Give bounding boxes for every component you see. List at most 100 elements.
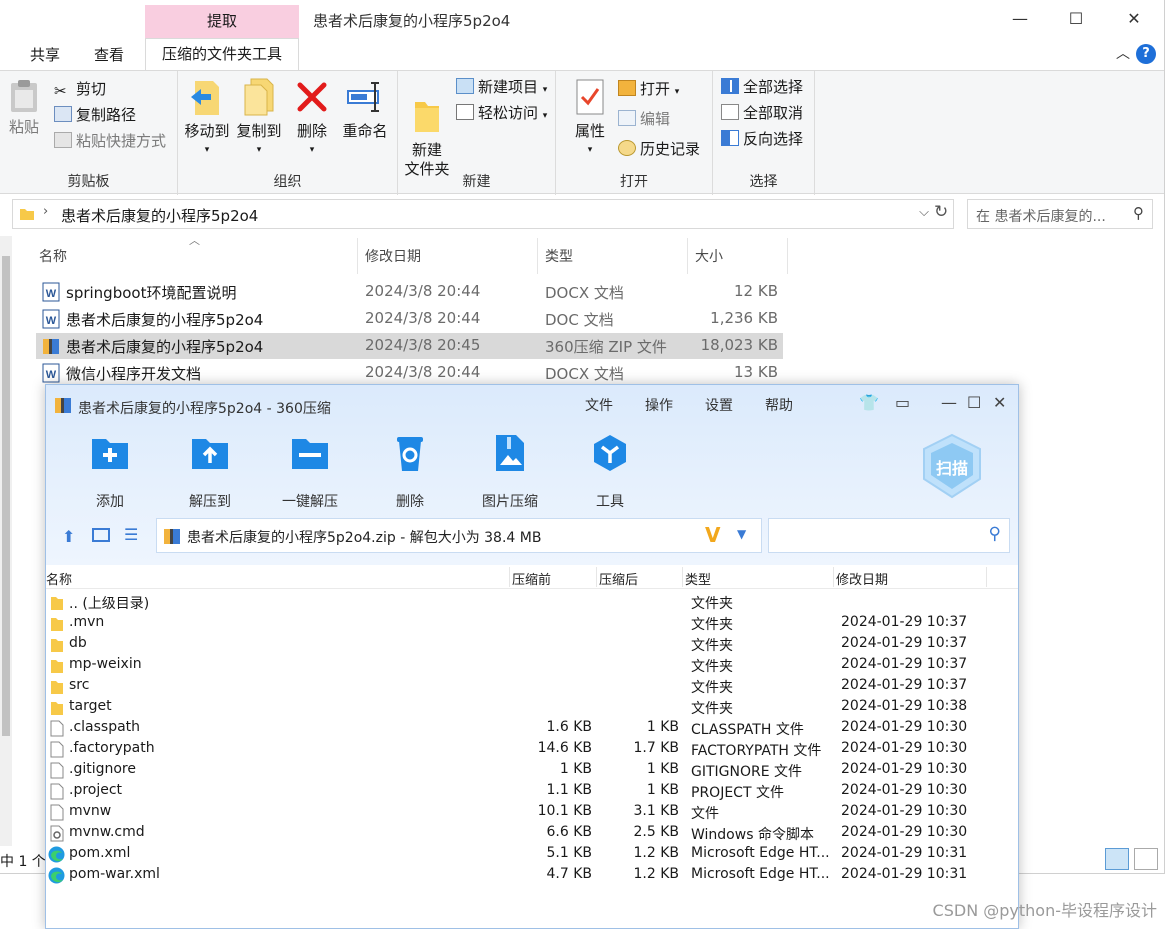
column-header-type[interactable]: 类型 [545, 246, 573, 266]
column-divider[interactable] [509, 567, 510, 587]
open-button[interactable]: 打开 ▾ [618, 79, 679, 102]
column-divider[interactable] [682, 567, 683, 587]
copy-path-button[interactable]: 复制路径 [54, 105, 136, 125]
zip-file-row[interactable]: .project 1.1 KB 1 KB PROJECT 文件 2024-01-29 1… [46, 781, 1018, 802]
properties-button[interactable]: 属性 ▾ [568, 77, 612, 160]
address-bar[interactable]: › 患者术后康复的小程序5p2o4 ⌵ [12, 199, 954, 229]
zip-col-after[interactable]: 压缩后 [599, 569, 638, 588]
maximize-icon[interactable]: ☐ [967, 393, 981, 412]
zip-col-name[interactable]: 名称 [46, 569, 72, 588]
file-row[interactable]: W 微信小程序开发文档 2024/3/8 20:44 DOCX 文档 13 KB [36, 360, 783, 386]
menu-operate[interactable]: 操作 [645, 395, 673, 415]
chevron-down-icon[interactable]: ⌵ [919, 205, 929, 220]
column-divider[interactable] [596, 567, 597, 587]
skin-icon[interactable]: 👕 [859, 393, 879, 412]
zip-item-name: mp-weixin [69, 656, 142, 672]
zip-col-before[interactable]: 压缩前 [512, 569, 551, 588]
search-icon[interactable]: ⚲ [989, 524, 1001, 544]
zip-folder-row[interactable]: src 文件夹 2024-01-29 10:37 [46, 676, 1018, 697]
history-button[interactable]: 历史记录 [618, 139, 700, 159]
zip-item-size-before: 1.6 KB [546, 719, 593, 735]
cut-button[interactable]: ✂ 剪切 [54, 79, 106, 100]
tab-share[interactable]: 共享 [30, 44, 60, 65]
column-divider[interactable] [357, 238, 358, 274]
minimize-icon[interactable]: — [941, 393, 957, 412]
column-divider[interactable] [986, 567, 987, 587]
list-view-icon[interactable]: ☰ [124, 525, 138, 544]
paste-shortcut-button[interactable]: 粘贴快捷方式 [54, 131, 166, 151]
column-divider[interactable] [787, 238, 788, 274]
image-compress-button[interactable]: 图片压缩 [462, 433, 558, 511]
help-icon[interactable]: ? [1136, 44, 1156, 64]
zip-file-row[interactable]: mvnw 10.1 KB 3.1 KB 文件 2024-01-29 10:30 [46, 802, 1018, 823]
column-header-date[interactable]: 修改日期 [365, 246, 421, 266]
tab-compressed-folder-tools[interactable]: 压缩的文件夹工具 [145, 38, 299, 70]
close-icon[interactable]: ✕ [993, 393, 1006, 412]
zip-file-row[interactable]: .factorypath 14.6 KB 1.7 KB FACTORYPATH 文件 2… [46, 739, 1018, 760]
zip-path-bar[interactable]: 患者术后康复的小程序5p2o4.zip - 解包大小为 38.4 MB V ▼ [156, 518, 762, 553]
menu-help[interactable]: 帮助 [765, 395, 793, 415]
add-button[interactable]: 添加 [62, 433, 158, 511]
zip-col-date[interactable]: 修改日期 [836, 569, 888, 588]
large-icons-view-icon[interactable] [1134, 848, 1158, 870]
minimize-icon[interactable]: — [1008, 8, 1032, 32]
select-all-button[interactable]: 全部选择 [721, 77, 803, 97]
column-divider[interactable] [687, 238, 688, 274]
zip-folder-row[interactable]: .mvn 文件夹 2024-01-29 10:37 [46, 613, 1018, 634]
new-item-button[interactable]: 新建项目 ▾ [456, 77, 547, 100]
select-none-button[interactable]: 全部取消 [721, 103, 803, 123]
zip-folder-row[interactable]: .. (上级目录) 文件夹 [46, 592, 1018, 613]
message-icon[interactable]: ▭ [895, 393, 910, 412]
chevron-down-icon[interactable]: ▼ [737, 527, 746, 541]
zip-folder-row[interactable]: mp-weixin 文件夹 2024-01-29 10:37 [46, 655, 1018, 676]
zip-window-title: 患者术后康复的小程序5p2o4 - 360压缩 [78, 401, 331, 417]
file-row[interactable]: W 患者术后康复的小程序5p2o4 2024/3/8 20:44 DOC 文档 … [36, 306, 783, 332]
maximize-icon[interactable]: ☐ [1064, 8, 1088, 32]
search-input[interactable]: 在 患者术后康复的... ⚲ [967, 199, 1153, 229]
menu-settings[interactable]: 设置 [705, 395, 733, 415]
tools-button[interactable]: 工具 [562, 433, 658, 511]
up-arrow-icon[interactable]: ⬆ [62, 527, 75, 546]
invert-selection-button[interactable]: 反向选择 [721, 129, 803, 149]
rename-button[interactable]: 重命名 [338, 77, 392, 141]
v-badge-icon[interactable]: V [705, 523, 720, 547]
copy-to-button[interactable]: 复制到 ▾ [234, 77, 284, 160]
search-icon[interactable]: ⚲ [1133, 204, 1144, 222]
delete-button[interactable]: 删除 ▾ [292, 77, 332, 160]
extract-to-button[interactable]: 解压到 [162, 433, 258, 511]
chevron-up-icon[interactable]: ︿ [1116, 43, 1130, 63]
close-icon[interactable]: ✕ [1122, 8, 1146, 32]
details-view-icon[interactable] [1105, 848, 1129, 870]
file-row-selected[interactable]: 患者术后康复的小程序5p2o4 2024/3/8 20:45 360压缩 ZIP… [36, 333, 783, 359]
zip-file-row[interactable]: pom.xml 5.1 KB 1.2 KB Microsoft Edge HT... 2… [46, 844, 1018, 865]
easy-access-button[interactable]: 轻松访问 ▾ [456, 103, 547, 126]
column-divider[interactable] [833, 567, 834, 587]
contextual-tab-header[interactable]: 提取 [145, 5, 299, 38]
column-divider[interactable] [537, 238, 538, 274]
zip-file-row[interactable]: .gitignore 1 KB 1 KB GITIGNORE 文件 2024-01-29… [46, 760, 1018, 781]
title-bar: 提取 患者术后康复的小程序5p2o4 — ☐ ✕ [0, 0, 1164, 38]
scan-button[interactable]: 扫描 [916, 431, 988, 503]
zip-folder-row[interactable]: target 文件夹 2024-01-29 10:38 [46, 697, 1018, 718]
zip-folder-row[interactable]: db 文件夹 2024-01-29 10:37 [46, 634, 1018, 655]
delete-button[interactable]: 删除 [362, 433, 458, 511]
tab-view[interactable]: 查看 [94, 44, 124, 65]
zip-item-type: 文件夹 [691, 617, 733, 633]
zip-col-type[interactable]: 类型 [685, 569, 711, 588]
file-row[interactable]: W springboot环境配置说明 2024/3/8 20:44 DOCX 文… [36, 279, 783, 305]
refresh-icon[interactable]: ↻ [934, 202, 948, 222]
zip-file-row[interactable]: mvnw.cmd 6.6 KB 2.5 KB Windows 命令脚本 2024-01-… [46, 823, 1018, 844]
chevron-right-icon[interactable]: › [43, 204, 48, 219]
column-header-name[interactable]: 名称 [39, 246, 67, 266]
move-to-button[interactable]: 移动到 ▾ [182, 77, 232, 160]
zip-file-row[interactable]: pom-war.xml 4.7 KB 1.2 KB Microsoft Edge HT… [46, 865, 1018, 886]
zip-file-row[interactable]: .classpath 1.6 KB 1 KB CLASSPATH 文件 2024-01-… [46, 718, 1018, 739]
menu-file[interactable]: 文件 [585, 395, 613, 415]
paste-button[interactable]: 粘贴 [6, 79, 42, 137]
one-click-extract-button[interactable]: 一键解压 [262, 433, 358, 511]
edit-button[interactable]: 编辑 [618, 109, 670, 129]
zip-search-input[interactable]: ⚲ [768, 518, 1010, 553]
folder-icon [51, 618, 63, 631]
column-header-size[interactable]: 大小 [695, 246, 723, 266]
thumbnail-view-icon[interactable] [92, 528, 110, 542]
